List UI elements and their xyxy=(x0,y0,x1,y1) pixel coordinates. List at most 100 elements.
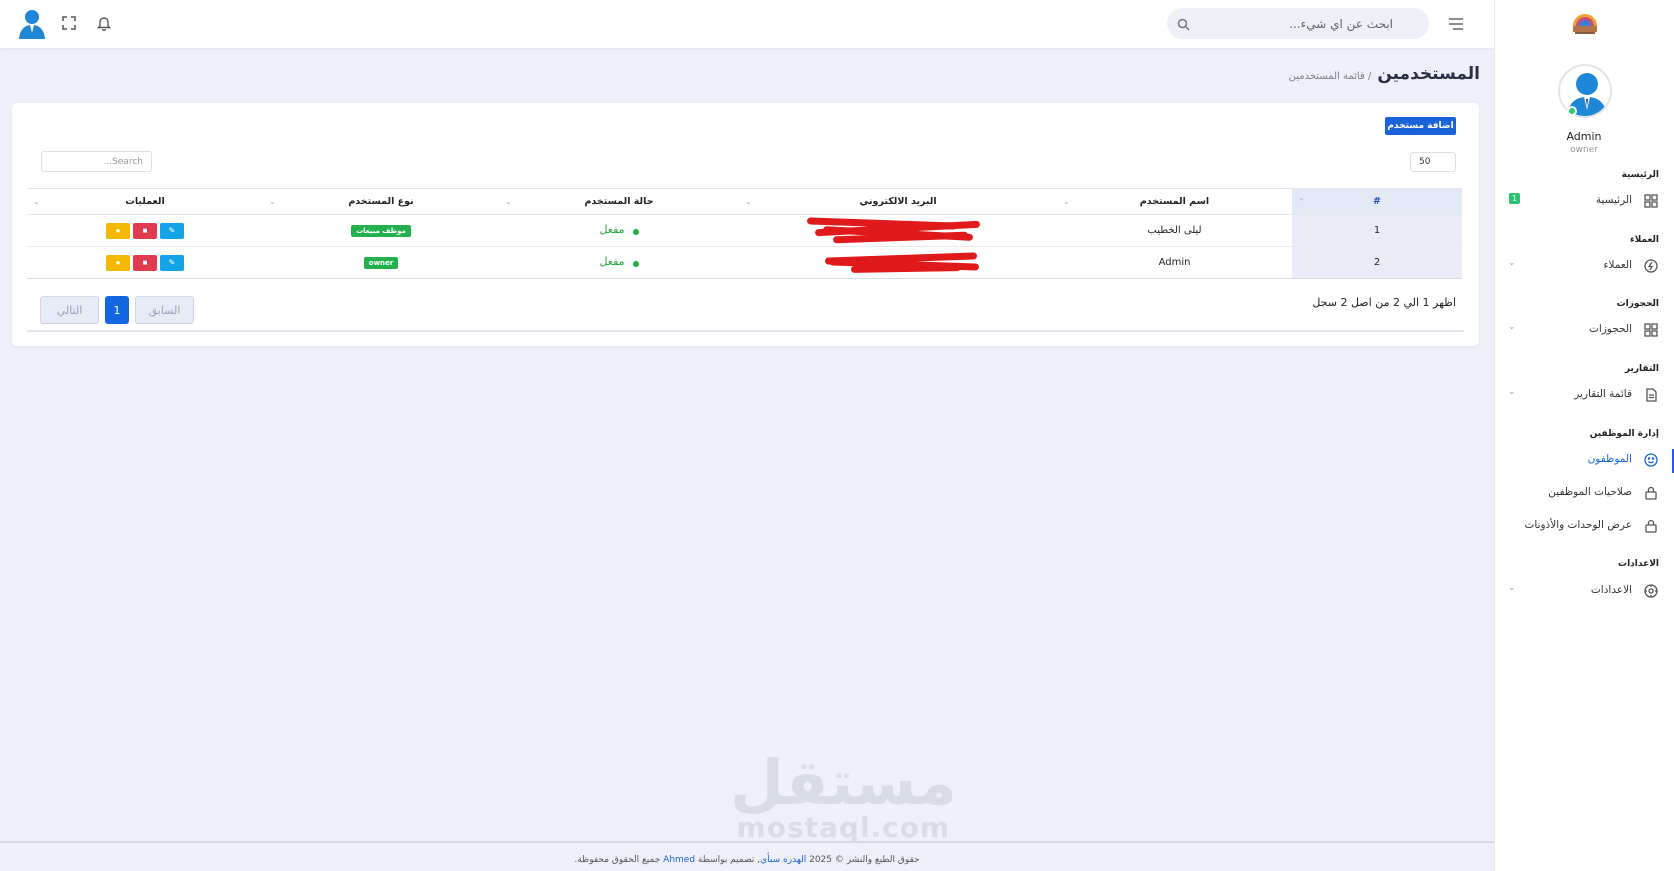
sidebar-item-bookings[interactable]: الحجوزات ⌄ xyxy=(1494,319,1674,343)
sort-asc-icon: ⌃ xyxy=(1298,197,1305,206)
add-user-button[interactable]: اضافة مستخدم xyxy=(1385,117,1456,135)
smile-icon xyxy=(1643,453,1658,468)
page-length-select[interactable]: 50 xyxy=(1410,152,1456,172)
search-icon xyxy=(1177,16,1190,35)
page-header: المستخدمين / قائمة المستخدمين xyxy=(1289,64,1480,84)
redaction-scribble xyxy=(803,217,993,244)
sidebar-item-employees[interactable]: الموظفون xyxy=(1494,449,1674,473)
sidebar-item-employee-permissions[interactable]: صلاحيات الموظفين xyxy=(1494,482,1674,506)
online-status-dot xyxy=(1567,106,1577,116)
cell-name: ليلى الخطيب xyxy=(1057,214,1292,247)
sidebar: Admin owner الرئيسية الرئيسية 1 العملاء … xyxy=(1494,0,1674,871)
bolt-icon xyxy=(1643,259,1658,274)
lock-icon xyxy=(1643,519,1658,534)
lock-icon xyxy=(1643,486,1658,501)
delete-button[interactable]: ■ xyxy=(133,254,157,271)
delete-button[interactable]: ■ xyxy=(133,222,157,239)
user-type-badge: owner xyxy=(363,256,399,269)
settings-icon xyxy=(1643,584,1658,599)
users-card: اضافة مستخدم 50 #⌃ اسم المستخدم⌄ البريد … xyxy=(12,103,1479,346)
global-search-input[interactable] xyxy=(1167,8,1429,39)
sort-icon: ⌄ xyxy=(269,197,276,206)
card-divider xyxy=(27,330,1464,332)
table-row: 1 ليلى الخطيب مفعل موظف مبيعات ● ■ ✎ xyxy=(27,214,1462,247)
section-title-settings: الاعدادات xyxy=(1618,559,1659,569)
table-search-input[interactable] xyxy=(41,151,152,172)
sort-icon: ⌄ xyxy=(745,197,752,206)
section-title-reports: التقارير xyxy=(1624,364,1659,374)
section-title-clients: العملاء xyxy=(1629,235,1659,245)
edit-button[interactable]: ✎ xyxy=(160,254,184,271)
document-icon xyxy=(1643,388,1658,403)
notify-button[interactable]: ● xyxy=(106,254,130,271)
edit-button[interactable]: ✎ xyxy=(160,222,184,239)
redaction-scribble xyxy=(803,250,993,273)
trash-icon: ■ xyxy=(142,258,148,267)
users-table: # ⌃ اسم المستخدم ⌄ البريد الالكتروني ⌄ حالة… xyxy=(27,188,1462,279)
section-title-home: الرئيسية xyxy=(1621,170,1659,180)
sort-icon: ⌄ xyxy=(33,197,40,206)
page-title: المستخدمين xyxy=(1377,64,1480,84)
cell-index: 2 xyxy=(1292,246,1462,279)
notify-button[interactable]: ● xyxy=(106,222,130,239)
sort-icon: ⌄ xyxy=(505,197,512,206)
footer-author-link[interactable]: Ahmed xyxy=(663,855,695,865)
column-header-actions[interactable]: العمليات ⌄ xyxy=(27,188,263,215)
pencil-icon: ✎ xyxy=(168,226,176,235)
pagination-prev-button[interactable]: السابق xyxy=(135,296,194,324)
column-header-status[interactable]: حالة المستخدم ⌄ xyxy=(499,188,739,215)
column-header-type[interactable]: نوع المستخدم ⌄ xyxy=(263,188,499,215)
user-avatar-icon[interactable] xyxy=(16,8,48,40)
cell-status: مفعل xyxy=(499,214,739,247)
global-search xyxy=(1167,8,1429,39)
chevron-down-icon: ⌄ xyxy=(1508,583,1516,593)
footer: حقوق الطبع والنشر © 2025 الهدره سبأي, تص… xyxy=(0,841,1494,871)
sidebar-item-home[interactable]: الرئيسية 1 xyxy=(1494,190,1674,214)
top-navbar xyxy=(0,0,1494,48)
pagination: التالي 1 السابق xyxy=(40,296,194,324)
menu-toggle-icon[interactable] xyxy=(1445,14,1467,34)
chevron-down-icon: ⌄ xyxy=(1508,258,1516,268)
count-badge: 1 xyxy=(1509,193,1521,204)
grid-icon xyxy=(1643,194,1658,209)
column-header-name[interactable]: اسم المستخدم ⌄ xyxy=(1057,188,1292,215)
table-header-row: # ⌃ اسم المستخدم ⌄ البريد الالكتروني ⌄ حالة… xyxy=(27,188,1462,215)
profile-role: owner xyxy=(1570,145,1598,155)
cell-email-redacted xyxy=(739,214,1057,247)
table-row: 2 Admin مفعل owner ● ■ ✎ xyxy=(27,246,1462,279)
chevron-down-icon: ⌄ xyxy=(1508,322,1516,332)
watermark: مستقل mostaql.com xyxy=(730,746,957,844)
status-dot-icon xyxy=(632,261,639,268)
fullscreen-icon[interactable] xyxy=(60,14,78,32)
cell-status: مفعل xyxy=(499,246,739,279)
cell-actions: ● ■ ✎ xyxy=(27,246,263,279)
status-dot-icon xyxy=(632,229,639,236)
footer-brand-link[interactable]: الهدره سبأي xyxy=(760,855,806,865)
sort-icon: ⌄ xyxy=(1063,197,1070,206)
bell-icon: ● xyxy=(115,258,121,267)
sidebar-item-clients[interactable]: العملاء ⌄ xyxy=(1494,255,1674,279)
sidebar-item-modules-permissions[interactable]: عرض الوحدات والأذونات xyxy=(1494,515,1674,539)
breadcrumb[interactable]: / قائمة المستخدمين xyxy=(1289,71,1372,82)
pagination-next-button[interactable]: التالي xyxy=(40,296,99,324)
pagination-page-1[interactable]: 1 xyxy=(105,296,129,324)
sidebar-item-reports[interactable]: قائمة التقارير ⌄ xyxy=(1494,384,1674,408)
notification-bell-icon[interactable] xyxy=(95,13,113,33)
user-type-badge: موظف مبيعات xyxy=(351,224,411,237)
cell-email-redacted xyxy=(739,246,1057,279)
cell-type: موظف مبيعات xyxy=(263,214,499,247)
table-info: اظهر 1 الي 2 من اصل 2 سجل xyxy=(1312,296,1456,309)
section-title-bookings: الحجوزات xyxy=(1616,299,1659,309)
cell-index: 1 xyxy=(1292,214,1462,247)
trash-icon: ■ xyxy=(142,226,148,235)
cell-actions: ● ■ ✎ xyxy=(27,214,263,247)
pencil-icon: ✎ xyxy=(168,258,176,267)
bell-icon: ● xyxy=(115,226,121,235)
grid-icon xyxy=(1643,323,1658,338)
brand-logo[interactable] xyxy=(1571,12,1599,36)
section-title-staff: إدارة الموظفين xyxy=(1589,429,1659,439)
sidebar-item-settings[interactable]: الاعدادات ⌄ xyxy=(1494,580,1674,604)
column-header-index[interactable]: # ⌃ xyxy=(1292,188,1462,215)
column-header-email[interactable]: البريد الالكتروني ⌄ xyxy=(739,188,1057,215)
profile-name: Admin xyxy=(1566,130,1602,143)
